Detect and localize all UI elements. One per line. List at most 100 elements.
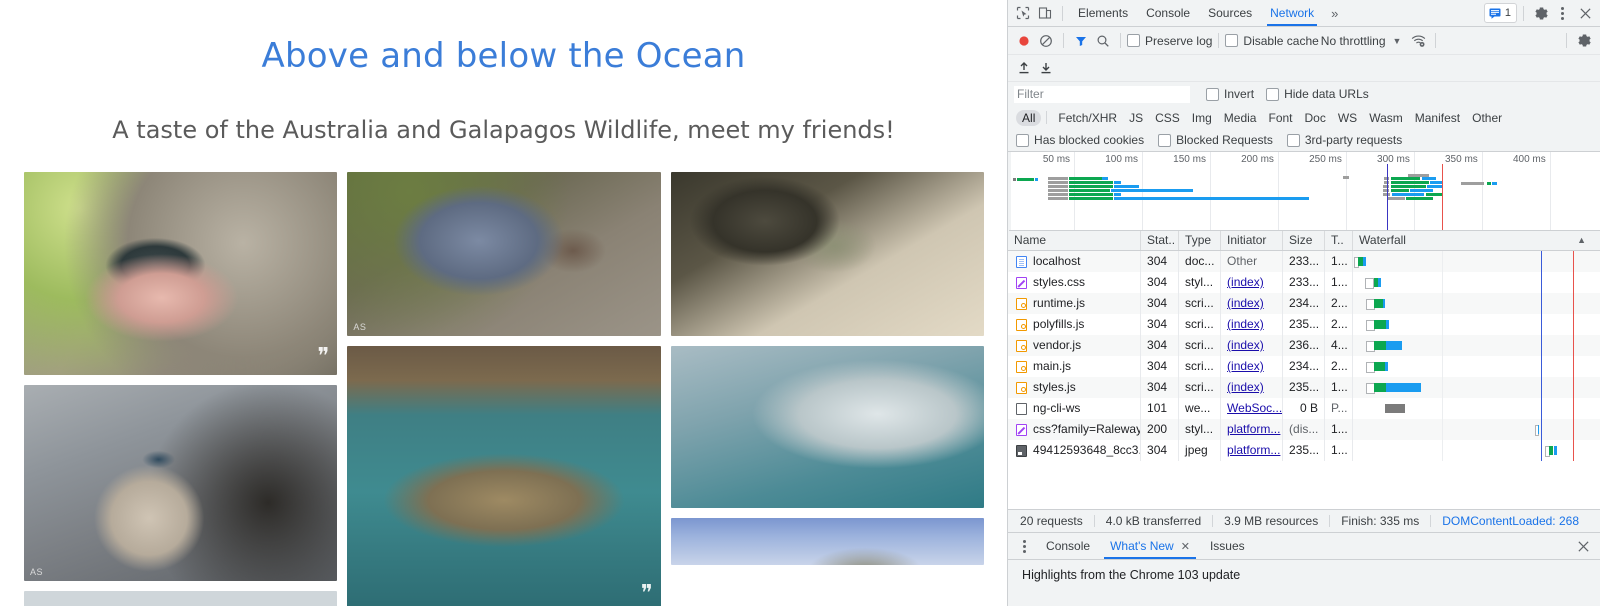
export-har-icon[interactable] xyxy=(1035,57,1057,79)
tab-sources[interactable]: Sources xyxy=(1199,0,1261,26)
type-filter-css[interactable]: CSS xyxy=(1149,110,1186,126)
tab-network[interactable]: Network xyxy=(1261,0,1323,26)
column-header-name[interactable]: Name xyxy=(1008,231,1141,250)
request-initiator[interactable]: (index) xyxy=(1227,338,1264,352)
page-title: Above and below the Ocean xyxy=(0,0,1007,76)
table-row[interactable]: styles.css 304 styl... (index) 233... 1.… xyxy=(1008,272,1600,293)
wifi-settings-icon[interactable] xyxy=(1407,30,1429,52)
filter-input[interactable] xyxy=(1014,86,1190,103)
has-blocked-cookies-checkbox[interactable]: Has blocked cookies xyxy=(1016,133,1144,147)
table-row[interactable]: 49412593648_8cc3... 304 jpeg platform...… xyxy=(1008,440,1600,461)
type-filter-media[interactable]: Media xyxy=(1218,110,1263,126)
request-name: ng-cli-ws xyxy=(1033,398,1080,419)
table-row[interactable]: localhost 304 doc... Other 233... 1... xyxy=(1008,251,1600,272)
network-settings-gear-icon[interactable] xyxy=(1573,30,1595,52)
request-waterfall xyxy=(1353,398,1600,419)
table-row[interactable]: ng-cli-ws 101 we... WebSoc... 0 B P... xyxy=(1008,398,1600,419)
type-filter-img[interactable]: Img xyxy=(1186,110,1218,126)
table-row[interactable]: css?family=Raleway 200 styl... platform.… xyxy=(1008,419,1600,440)
third-party-requests-checkbox[interactable]: 3rd-party requests xyxy=(1287,133,1402,147)
galapagos-tortoise-photo[interactable]: AS xyxy=(347,172,660,336)
column-header-size[interactable]: Size xyxy=(1283,231,1325,250)
column-header-status[interactable]: Stat.. xyxy=(1141,231,1179,250)
type-filter-wasm[interactable]: Wasm xyxy=(1363,110,1409,126)
close-tab-icon[interactable]: ✕ xyxy=(1181,541,1190,553)
speech-bubble-icon xyxy=(1489,8,1501,19)
request-initiator[interactable]: (index) xyxy=(1227,296,1264,310)
script-file-icon xyxy=(1016,382,1027,394)
request-status: 304 xyxy=(1141,314,1179,335)
manta-ray-photo[interactable] xyxy=(671,346,984,508)
more-tabs-icon[interactable]: » xyxy=(1323,6,1346,21)
column-header-type[interactable]: Type xyxy=(1179,231,1221,250)
blocked-requests-checkbox[interactable]: Blocked Requests xyxy=(1158,133,1273,147)
more-vertical-icon[interactable] xyxy=(1552,2,1574,24)
request-initiator[interactable]: (index) xyxy=(1227,359,1264,373)
whale-shark-photo[interactable]: ❞ xyxy=(347,346,660,606)
gear-icon[interactable] xyxy=(1530,2,1552,24)
table-row[interactable]: runtime.js 304 scri... (index) 234... 2.… xyxy=(1008,293,1600,314)
script-file-icon xyxy=(1016,340,1027,352)
disable-cache-checkbox[interactable]: Disable cache xyxy=(1225,34,1318,48)
table-row[interactable]: styles.js 304 scri... (index) 235... 1..… xyxy=(1008,377,1600,398)
invert-checkbox[interactable]: Invert xyxy=(1206,87,1254,101)
tab-console[interactable]: Console xyxy=(1137,0,1199,26)
device-toolbar-icon[interactable] xyxy=(1034,2,1056,24)
type-filter-fetch-xhr[interactable]: Fetch/XHR xyxy=(1052,110,1123,126)
request-time: 1... xyxy=(1325,419,1353,440)
type-filter-doc[interactable]: Doc xyxy=(1299,110,1332,126)
message-count-badge[interactable]: 1 xyxy=(1484,3,1517,23)
checkbox-box xyxy=(1225,34,1238,47)
request-status: 304 xyxy=(1141,272,1179,293)
request-waterfall xyxy=(1353,272,1600,293)
drawer-tab-issues[interactable]: Issues xyxy=(1200,533,1255,559)
clear-icon[interactable] xyxy=(1035,30,1057,52)
table-row[interactable]: main.js 304 scri... (index) 234... 2... xyxy=(1008,356,1600,377)
request-size: 235... xyxy=(1283,314,1325,335)
type-filter-other[interactable]: Other xyxy=(1466,110,1508,126)
sort-ascending-icon[interactable]: ▲ xyxy=(1577,231,1594,250)
record-icon[interactable] xyxy=(1013,30,1035,52)
inspect-element-icon[interactable] xyxy=(1012,2,1034,24)
type-filter-all[interactable]: All xyxy=(1016,110,1041,126)
import-har-icon[interactable] xyxy=(1013,57,1035,79)
devtools-drawer: Console What's New✕ Issues Highlights fr… xyxy=(1008,532,1600,606)
type-filter-manifest[interactable]: Manifest xyxy=(1409,110,1466,126)
type-filter-js[interactable]: JS xyxy=(1123,110,1149,126)
drawer-tab-whats-new[interactable]: What's New✕ xyxy=(1100,533,1200,559)
type-filter-ws[interactable]: WS xyxy=(1332,110,1363,126)
golden-sunset-photo[interactable] xyxy=(24,591,337,606)
chevron-down-icon[interactable]: ▼ xyxy=(1386,36,1408,46)
type-filter-font[interactable]: Font xyxy=(1262,110,1298,126)
network-overview-timeline[interactable]: 50 ms 100 ms 150 ms 200 ms 250 ms 300 ms… xyxy=(1009,152,1600,231)
column-header-waterfall[interactable]: Waterfall ▲ xyxy=(1353,231,1600,250)
request-name: styles.js xyxy=(1033,377,1076,398)
close-icon[interactable] xyxy=(1574,2,1596,24)
request-initiator[interactable]: WebSoc... xyxy=(1227,401,1282,415)
request-initiator[interactable]: (index) xyxy=(1227,275,1264,289)
drawer-close-icon[interactable] xyxy=(1572,535,1594,557)
preserve-log-checkbox[interactable]: Preserve log xyxy=(1127,34,1212,48)
blue-sky-photo[interactable] xyxy=(671,518,984,565)
hide-data-urls-checkbox[interactable]: Hide data URLs xyxy=(1266,87,1369,101)
request-time: 1... xyxy=(1325,251,1353,272)
table-row[interactable]: polyfills.js 304 scri... (index) 235... … xyxy=(1008,314,1600,335)
request-initiator[interactable]: platform... xyxy=(1227,443,1280,457)
marine-iguana-photo[interactable] xyxy=(671,172,984,336)
request-initiator[interactable]: (index) xyxy=(1227,317,1264,331)
drawer-tab-console[interactable]: Console xyxy=(1036,533,1100,559)
request-initiator[interactable]: (index) xyxy=(1227,380,1264,394)
filter-icon[interactable] xyxy=(1070,30,1092,52)
red-footed-booby-photo[interactable]: AS xyxy=(24,385,337,581)
search-icon[interactable] xyxy=(1092,30,1114,52)
column-header-time[interactable]: T.. xyxy=(1325,231,1353,250)
column-header-initiator[interactable]: Initiator xyxy=(1221,231,1283,250)
devtools-tabbar: Elements Console Sources Network » 1 xyxy=(1008,0,1600,27)
table-row[interactable]: vendor.js 304 scri... (index) 236... 4..… xyxy=(1008,335,1600,356)
summary-transferred: 4.0 kB transferred xyxy=(1095,514,1212,528)
tab-elements[interactable]: Elements xyxy=(1069,0,1137,26)
request-initiator[interactable]: platform... xyxy=(1227,422,1280,436)
throttling-select[interactable]: No throttling xyxy=(1319,34,1386,48)
koala-photo[interactable]: ❞ xyxy=(24,172,337,375)
drawer-more-vertical-icon[interactable] xyxy=(1014,535,1036,557)
